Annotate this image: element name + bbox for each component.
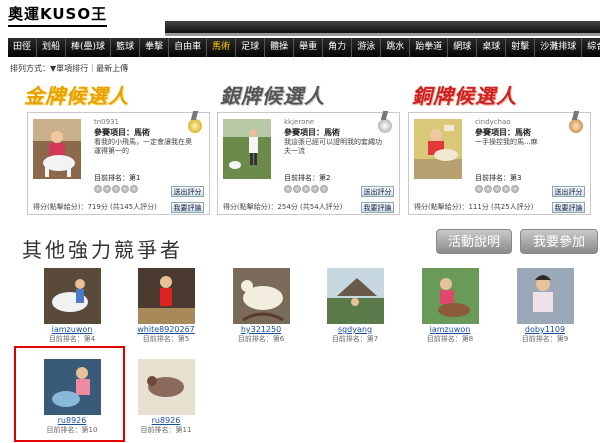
event-info-button[interactable]: 活動說明 (436, 229, 512, 254)
nav-item[interactable]: 籃球 (111, 38, 141, 57)
bronze-candidates-heading: 銅牌候選人 (412, 84, 517, 108)
sort-options[interactable]: 排列方式：▼單項排行｜最新上傳 (10, 63, 128, 74)
candidate-photo[interactable] (33, 119, 81, 179)
nav-item[interactable]: 棒(壘)球 (66, 38, 112, 57)
nav-item[interactable]: 拳擊 (140, 38, 170, 57)
competitor-name[interactable]: iamzuwon (415, 325, 485, 334)
competitor-rank: 目前排名：第11 (140, 426, 192, 434)
gold-candidates-heading: 金牌候選人 (24, 84, 129, 108)
selection-highlight (14, 346, 125, 442)
rating-stars[interactable] (94, 185, 138, 193)
candidate-description: 看我的小飛馬，一定會讓我在奧運得第一的 (94, 138, 192, 155)
competitor-photo[interactable] (326, 268, 384, 324)
competitor-name[interactable]: hy321250 (226, 325, 296, 334)
nav-item[interactable]: 桌球 (477, 38, 507, 57)
candidate-username[interactable]: kkjerone (284, 118, 314, 126)
competitor-name[interactable]: white8920267 (131, 325, 201, 334)
nav-item[interactable]: 游泳 (352, 38, 382, 57)
nav-item[interactable]: 划船 (37, 38, 67, 57)
candidate-description: 一手操控我的馬...麻 (475, 138, 538, 146)
join-button[interactable]: 我要參加 (520, 229, 598, 254)
competitor-photo[interactable] (137, 359, 195, 415)
nav-item[interactable]: 跳水 (381, 38, 411, 57)
other-competitors-heading: 其他強力競爭者 (22, 238, 183, 262)
rating-stars[interactable] (284, 185, 328, 193)
nav-item[interactable]: 網球 (448, 38, 478, 57)
competitor-name[interactable]: iamzuwon (37, 325, 107, 334)
gold-medal-icon (188, 119, 202, 133)
candidate-score[interactable]: 得分(點擊給分)：111分 (共25人評分) (414, 202, 533, 212)
candidate-rank: 目前排名：第1 (94, 174, 141, 182)
competitor-photo[interactable] (137, 268, 195, 324)
candidate-photo[interactable] (223, 119, 271, 179)
bronze-candidate-card: cindychao 參賽項目：馬術 一手操控我的馬...麻 目前排名：第3 送出… (408, 112, 591, 215)
competitor-item[interactable]: iamzuwon 目前排名：第8 (415, 268, 485, 344)
site-header: 奧運KUSO王 (0, 0, 600, 37)
competitor-rank: 目前排名：第7 (331, 335, 379, 343)
nav-item[interactable]: 跆拳道 (410, 38, 449, 57)
candidate-event: 參賽項目：馬術 (475, 128, 531, 137)
gold-candidate-card: tn0931 參賽項目：馬術 看我的小飛馬，一定會讓我在奧運得第一的 目前排名：… (27, 112, 210, 215)
competitor-item[interactable]: ru8926 目前排名：第11 (131, 359, 201, 435)
nav-item[interactable]: 射擊 (506, 38, 536, 57)
candidate-event: 參賽項目：馬術 (94, 128, 150, 137)
competitor-name[interactable]: ru8926 (131, 416, 201, 425)
competitor-rank: 目前排名：第8 (426, 335, 474, 343)
header-bar (165, 21, 600, 36)
comment-button[interactable]: 我要評論 (171, 202, 204, 213)
candidate-rank: 目前排名：第2 (284, 174, 331, 182)
competitor-item[interactable]: sgdyang 目前排名：第7 (320, 268, 390, 344)
candidate-photo[interactable] (414, 119, 462, 179)
silver-medal-icon (378, 119, 392, 133)
bronze-medal-icon (569, 119, 583, 133)
nav-item[interactable]: 綜合 (582, 38, 600, 57)
competitor-item[interactable]: doby1109 目前排名：第9 (510, 268, 580, 344)
candidate-score[interactable]: 得分(點擊給分)：719分 (共145人評分) (33, 202, 157, 212)
nav-item[interactable]: 體操 (265, 38, 295, 57)
candidate-score[interactable]: 得分(點擊給分)：254分 (共54人評分) (223, 202, 342, 212)
competitor-photo[interactable] (232, 268, 290, 324)
silver-candidates-heading: 銀牌候選人 (220, 84, 325, 108)
competitor-rank: 目前排名：第5 (142, 335, 190, 343)
competitor-photo[interactable] (421, 268, 479, 324)
competitor-name[interactable]: doby1109 (510, 325, 580, 334)
candidate-username[interactable]: cindychao (475, 118, 511, 126)
nav-item[interactable]: 沙灘排球 (535, 38, 583, 57)
candidate-description: 我這張已經可以證明我的套繩功夫一流 (284, 138, 382, 155)
competitor-rank: 目前排名：第4 (48, 335, 96, 343)
competitor-item[interactable]: iamzuwon 目前排名：第4 (37, 268, 107, 344)
competitor-rank: 目前排名：第6 (237, 335, 285, 343)
comment-button[interactable]: 我要評論 (361, 202, 394, 213)
nav-item[interactable]: 角力 (323, 38, 353, 57)
competitor-item[interactable]: white8920267 目前排名：第5 (131, 268, 201, 344)
competitor-name[interactable]: sgdyang (320, 325, 390, 334)
category-nav: 田徑 划船 棒(壘)球 籃球 拳擊 自由車 馬術 足球 體操 舉重 角力 游泳 … (8, 38, 600, 57)
submit-rating-button[interactable]: 送出評分 (171, 186, 204, 197)
competitor-photo[interactable] (43, 268, 101, 324)
nav-item-active[interactable]: 馬術 (207, 38, 237, 57)
candidate-rank: 目前排名：第3 (475, 174, 522, 182)
nav-item[interactable]: 舉重 (294, 38, 324, 57)
submit-rating-button[interactable]: 送出評分 (361, 186, 394, 197)
competitor-rank: 目前排名：第9 (521, 335, 569, 343)
candidate-username[interactable]: tn0931 (94, 118, 119, 126)
comment-button[interactable]: 我要評論 (552, 202, 585, 213)
candidate-event: 參賽項目：馬術 (284, 128, 340, 137)
submit-rating-button[interactable]: 送出評分 (552, 186, 585, 197)
nav-item[interactable]: 田徑 (8, 38, 38, 57)
rating-stars[interactable] (475, 185, 519, 193)
nav-item[interactable]: 自由車 (169, 38, 208, 57)
competitor-photo[interactable] (516, 268, 574, 324)
competitor-item[interactable]: hy321250 目前排名：第6 (226, 268, 296, 344)
silver-candidate-card: kkjerone 參賽項目：馬術 我這張已經可以證明我的套繩功夫一流 目前排名：… (217, 112, 400, 215)
site-logo[interactable]: 奧運KUSO王 (8, 3, 108, 27)
nav-item[interactable]: 足球 (236, 38, 266, 57)
